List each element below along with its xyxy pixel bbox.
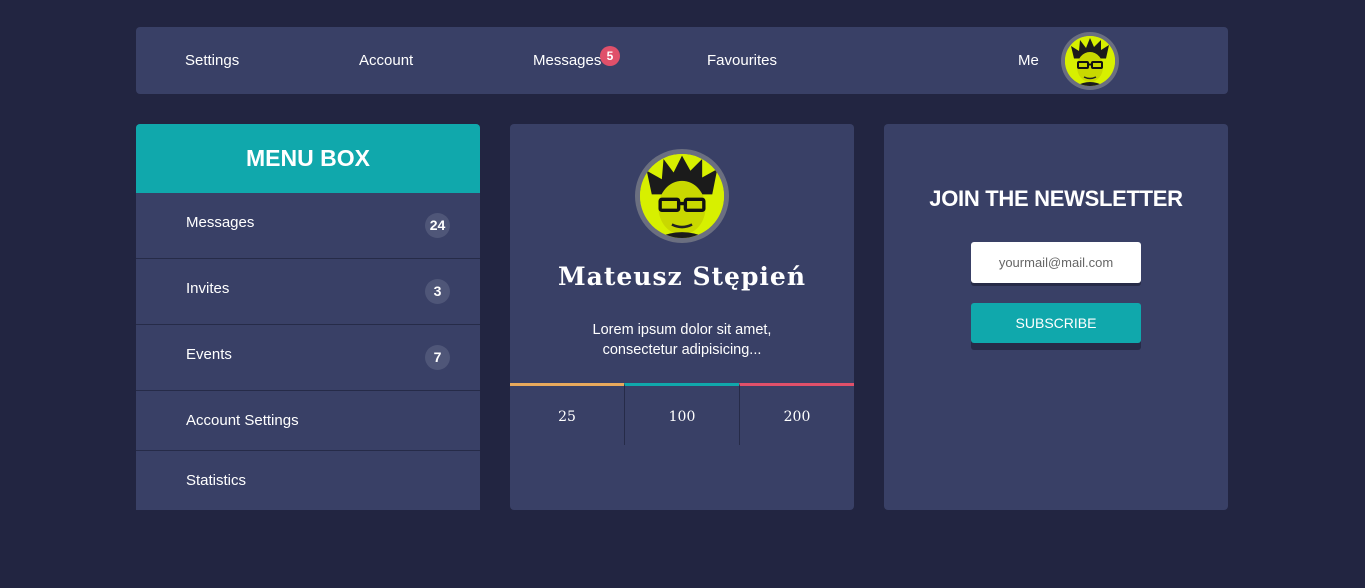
newsletter-title: JOIN THE NEWSLETTER <box>929 186 1183 211</box>
menu-box-title: MENU BOX <box>136 124 480 193</box>
menu-item-account-settings[interactable]: Account Settings <box>136 391 480 451</box>
nav-favourites-link[interactable]: Favourites <box>707 27 777 94</box>
nav-me-link[interactable]: Me <box>1018 27 1039 94</box>
subscribe-button[interactable]: SUBSCRIBE <box>971 303 1141 343</box>
profile-card: Mateusz Stępień Lorem ipsum dolor sit am… <box>510 124 854 510</box>
menu-item-count: 7 <box>425 345 450 370</box>
menu-item-invites[interactable]: Invites 3 <box>136 259 480 325</box>
nav-account-link[interactable]: Account <box>359 27 413 94</box>
top-navigation: Settings Account Messages 5 Favourites M… <box>136 27 1228 94</box>
menu-item-label: Events <box>186 346 232 363</box>
profile-stats: 25 100 200 <box>510 383 854 445</box>
menu-item-label: Invites <box>186 280 230 297</box>
menu-box: MENU BOX Messages 24 Invites 3 Events 7 … <box>136 124 480 510</box>
menu-item-messages[interactable]: Messages 24 <box>136 193 480 259</box>
avatar-image <box>640 154 724 238</box>
person-icon <box>1065 36 1115 86</box>
menu-item-statistics[interactable]: Statistics <box>136 451 480 510</box>
menu-item-count: 24 <box>425 213 450 238</box>
email-field[interactable] <box>971 242 1141 283</box>
nav-settings-link[interactable]: Settings <box>185 27 239 94</box>
menu-item-label: Account Settings <box>186 412 299 429</box>
avatar-image <box>1065 36 1115 86</box>
menu-item-events[interactable]: Events 7 <box>136 325 480 391</box>
menu-item-label: Messages <box>186 214 255 231</box>
menu-item-label: Statistics <box>186 472 247 489</box>
profile-bio: Lorem ipsum dolor sit amet, consectetur … <box>592 322 772 358</box>
stat-value: 200 <box>739 383 854 445</box>
newsletter-card: JOIN THE NEWSLETTER SUBSCRIBE <box>884 124 1228 510</box>
person-icon <box>640 154 724 238</box>
nav-messages-link[interactable]: Messages <box>533 27 601 94</box>
profile-name: Mateusz Stępień <box>557 262 807 291</box>
messages-badge: 5 <box>600 46 620 66</box>
profile-avatar <box>635 149 729 243</box>
stat-value: 25 <box>510 383 624 445</box>
user-avatar[interactable] <box>1061 32 1119 90</box>
menu-item-count: 3 <box>425 279 450 304</box>
stat-value: 100 <box>624 383 739 445</box>
